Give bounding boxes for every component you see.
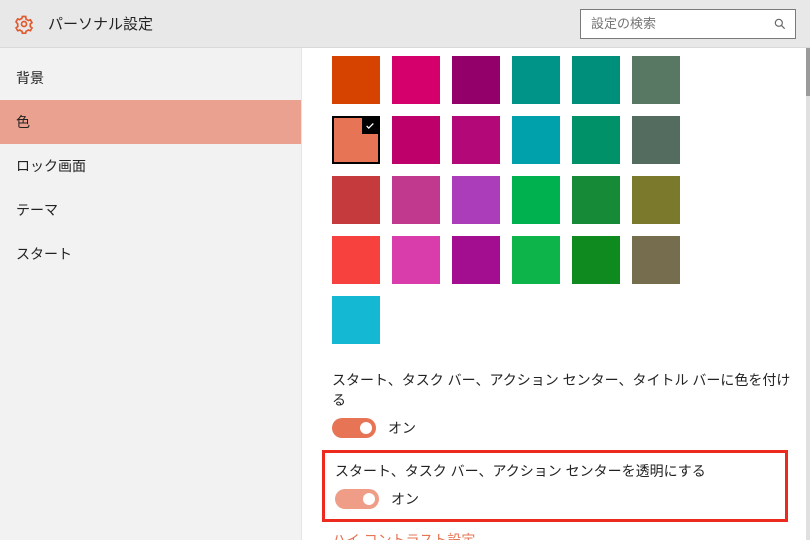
sidebar-item-4[interactable]: スタート [0, 232, 301, 276]
gear-icon [14, 14, 34, 34]
highlight-box: スタート、タスク バー、アクション センターを透明にする オン [322, 450, 788, 522]
color-swatch[interactable] [572, 56, 620, 104]
color-swatch[interactable] [572, 176, 620, 224]
page-title: パーソナル設定 [48, 13, 153, 34]
setting-colorize: スタート、タスク バー、アクション センター、タイトル バーに色を付ける オン [302, 356, 804, 438]
color-swatch[interactable] [512, 116, 560, 164]
setting-colorize-label: スタート、タスク バー、アクション センター、タイトル バーに色を付ける [332, 370, 804, 410]
sidebar-item-3[interactable]: テーマ [0, 188, 301, 232]
color-swatch[interactable] [392, 236, 440, 284]
sidebar-item-0[interactable]: 背景 [0, 56, 301, 100]
color-swatch[interactable] [452, 176, 500, 224]
search-input[interactable] [589, 15, 773, 32]
color-swatch[interactable] [632, 236, 680, 284]
color-swatch[interactable] [512, 176, 560, 224]
check-icon [362, 118, 378, 134]
search-box[interactable] [580, 9, 796, 39]
color-swatch[interactable] [332, 56, 380, 104]
color-swatch[interactable] [332, 296, 380, 344]
search-icon [773, 17, 787, 31]
color-swatch[interactable] [632, 116, 680, 164]
scrollbar[interactable] [806, 48, 810, 540]
color-swatch[interactable] [572, 236, 620, 284]
color-swatch[interactable] [512, 56, 560, 104]
color-swatch[interactable] [512, 236, 560, 284]
color-swatch[interactable] [452, 236, 500, 284]
toggle-colorize[interactable]: オン [332, 418, 804, 438]
titlebar: パーソナル設定 [0, 0, 810, 48]
color-swatch[interactable] [332, 176, 380, 224]
toggle-transparent-state: オン [391, 489, 419, 509]
main-panel: スタート、タスク バー、アクション センター、タイトル バーに色を付ける オン … [302, 48, 810, 540]
color-swatch[interactable] [332, 236, 380, 284]
scrollbar-thumb[interactable] [806, 48, 810, 96]
color-swatch[interactable] [392, 116, 440, 164]
color-swatch[interactable] [452, 56, 500, 104]
color-swatch[interactable] [452, 116, 500, 164]
color-swatch[interactable] [332, 116, 380, 164]
sidebar-item-2[interactable]: ロック画面 [0, 144, 301, 188]
sidebar-item-1[interactable]: 色 [0, 100, 301, 144]
color-swatch[interactable] [572, 116, 620, 164]
setting-transparent-label: スタート、タスク バー、アクション センターを透明にする [335, 461, 785, 481]
color-swatch[interactable] [632, 176, 680, 224]
color-swatch[interactable] [392, 176, 440, 224]
color-swatch[interactable] [392, 56, 440, 104]
toggle-transparent[interactable]: オン [335, 489, 785, 509]
sidebar: 背景色ロック画面テーマスタート [0, 48, 302, 540]
high-contrast-link[interactable]: ハイ コントラスト設定 [332, 530, 804, 540]
color-swatch[interactable] [632, 56, 680, 104]
color-swatch-grid [302, 48, 804, 356]
toggle-colorize-state: オン [388, 418, 416, 438]
